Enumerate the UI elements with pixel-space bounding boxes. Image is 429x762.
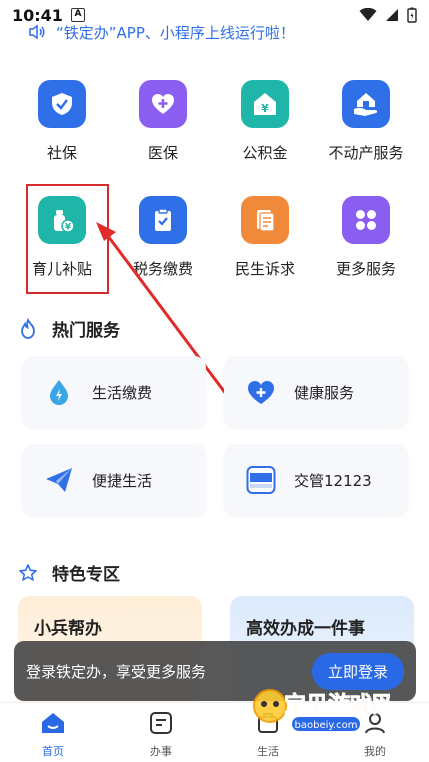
login-prompt-text: 登录铁定办，享受更多服务 [26, 662, 207, 681]
watermark-logo: 宝贝游戏网 baobeiy.com [253, 689, 394, 731]
nav-home[interactable]: 首页 [18, 711, 88, 759]
card-label: 交管12123 [294, 471, 372, 490]
star-icon [19, 563, 37, 581]
hot-services-header: 热门服务 [18, 316, 120, 341]
card-label: 健康服务 [294, 383, 355, 402]
card-label: 便捷生活 [92, 471, 153, 490]
card-label: 生活缴费 [92, 383, 153, 402]
paper-plane-icon [44, 465, 74, 495]
site-watermark: 宝贝游戏网 baobeiy.com [240, 680, 394, 740]
hot-services-title: 热门服务 [52, 321, 120, 341]
hot-service-living-payment[interactable]: 生活缴费 [22, 356, 206, 428]
feature-label: 高效办成一件事 [246, 619, 365, 639]
hot-service-traffic-12123[interactable]: 交管12123 [224, 444, 408, 516]
watermark-title: 宝贝游戏网 [284, 692, 390, 718]
featured-title: 特色专区 [52, 565, 120, 585]
heart-plus-icon [246, 377, 276, 407]
hot-service-convenient-life[interactable]: 便捷生活 [22, 444, 206, 516]
featured-header: 特色专区 [18, 560, 120, 585]
water-drop-icon [44, 377, 74, 407]
flame-icon [21, 317, 35, 339]
feature-label: 小兵帮办 [34, 619, 102, 639]
nav-label: 生活 [257, 745, 279, 758]
nav-label: 办事 [150, 745, 172, 758]
watermark-url: baobeiy.com [295, 720, 358, 731]
traffic-12123-icon [246, 465, 276, 495]
nav-services[interactable]: 办事 [126, 711, 196, 759]
home-icon [42, 713, 64, 733]
nav-label: 我的 [364, 745, 386, 758]
hot-service-health[interactable]: 健康服务 [224, 356, 408, 428]
tasks-icon [150, 712, 172, 734]
nav-label: 首页 [42, 745, 64, 758]
